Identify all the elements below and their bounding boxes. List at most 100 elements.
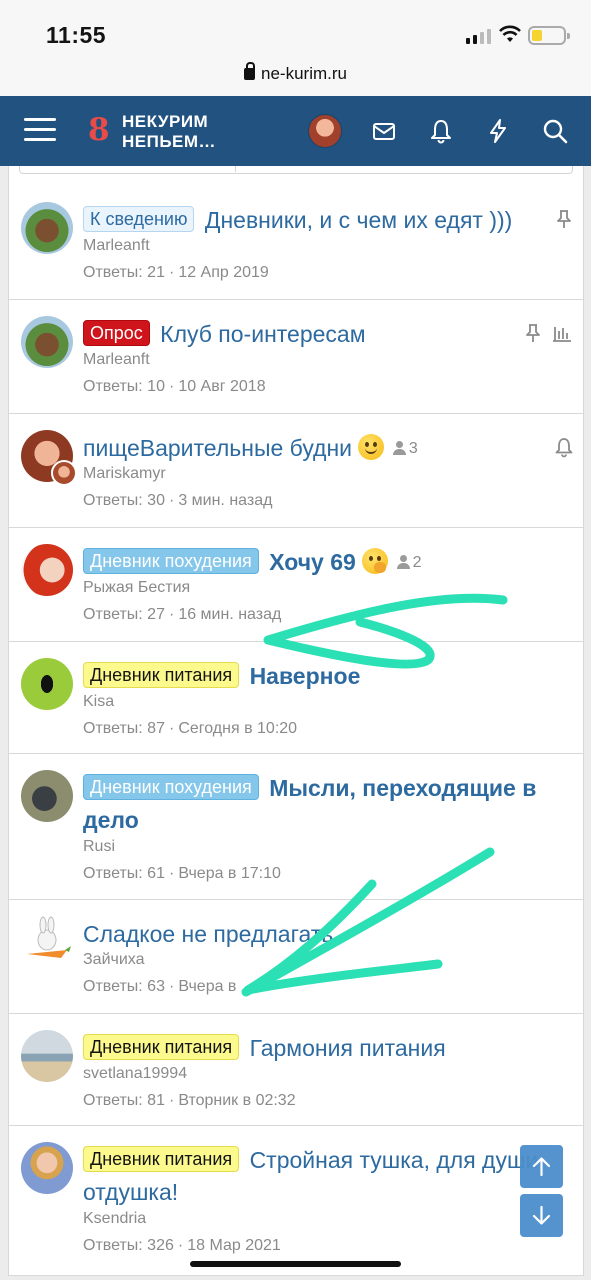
last-post-date[interactable]: Вторник в 02:32 xyxy=(178,1092,295,1109)
filter-bar xyxy=(8,166,584,186)
reply-count: Ответы: 30 xyxy=(83,492,165,509)
site-header: 8 НЕКУРИМ НЕПЬЕМ… xyxy=(0,96,591,166)
reply-count: Ответы: 87 xyxy=(83,720,165,737)
url-text: ne-kurim.ru xyxy=(261,64,347,83)
thread-author[interactable]: Rusi xyxy=(83,838,115,856)
avatar[interactable] xyxy=(21,658,73,710)
thread-prefix-label[interactable]: Дневник похудения xyxy=(83,548,259,574)
thread-title[interactable]: Сладкое не предлагать xyxy=(83,921,333,947)
pin-icon xyxy=(553,208,575,230)
shushing-face-emoji xyxy=(362,548,389,574)
thread-item[interactable]: К сведению Дневники, и с чем их едят )))… xyxy=(8,186,584,300)
last-post-date[interactable]: 12 Апр 2019 xyxy=(178,264,269,281)
status-time: 11:55 xyxy=(46,22,107,48)
thread-meta: Ответы: 63 · Вчера в xyxy=(83,978,237,995)
arrow-down-icon xyxy=(532,1205,551,1225)
avatar[interactable] xyxy=(21,1030,73,1082)
avatar[interactable] xyxy=(21,202,73,254)
scroll-down-button[interactable] xyxy=(520,1194,563,1237)
thread-author[interactable]: Mariskamyr xyxy=(83,465,166,483)
thread-author[interactable]: Рыжая Бестия xyxy=(83,579,190,597)
last-post-date[interactable]: Сегодня в 10:20 xyxy=(178,720,297,737)
thread-meta: Ответы: 61 · Вчера в 17:10 xyxy=(83,865,281,882)
search-icon[interactable] xyxy=(542,118,568,144)
participants-count: 3 xyxy=(392,433,418,465)
thread-title[interactable]: Наверное xyxy=(250,663,361,689)
thread-prefix-label[interactable]: Дневник питания xyxy=(83,662,240,688)
user-icon xyxy=(392,441,406,455)
last-post-date[interactable]: 3 мин. назад xyxy=(178,492,272,509)
reply-count: Ответы: 81 xyxy=(83,1092,165,1109)
status-bar: 11:55 xyxy=(0,0,591,56)
pin-icon xyxy=(522,322,544,344)
user-avatar[interactable] xyxy=(308,114,342,148)
thread-prefix-label[interactable]: К сведению xyxy=(83,206,195,232)
reply-count: Ответы: 21 xyxy=(83,264,165,281)
arrow-up-icon xyxy=(532,1157,551,1177)
avatar[interactable] xyxy=(21,316,73,368)
bell-icon[interactable] xyxy=(553,436,575,458)
thread-item[interactable]: Сладкое не предлагать Зайчиха Ответы: 63… xyxy=(8,900,584,1014)
participants-count: 2 xyxy=(396,547,422,579)
thread-list: К сведению Дневники, и с чем их едят )))… xyxy=(0,166,591,1280)
thread-prefix-label[interactable]: Дневник питания xyxy=(83,1146,240,1172)
thread-prefix-label[interactable]: Дневник питания xyxy=(83,1034,240,1060)
reply-count: Ответы: 63 xyxy=(83,978,165,995)
wifi-icon xyxy=(498,24,522,44)
avatar[interactable] xyxy=(21,770,73,822)
user-icon xyxy=(396,555,410,569)
thread-item[interactable]: Дневник похудения Хочу 69 2 Рыжая Бестия… xyxy=(8,528,584,642)
thread-meta: Ответы: 27 · 16 мин. назад xyxy=(83,606,282,623)
menu-icon[interactable] xyxy=(24,116,56,144)
avatar[interactable] xyxy=(21,916,73,968)
address-bar[interactable]: ne-kurim.ru xyxy=(0,56,591,96)
scroll-up-button[interactable] xyxy=(520,1145,563,1188)
lightning-icon[interactable] xyxy=(485,118,511,144)
thread-title[interactable]: Дневники, и с чем их едят ))) xyxy=(205,207,512,233)
reply-count: Ответы: 326 xyxy=(83,1237,174,1254)
last-post-date[interactable]: Вчера в 17:10 xyxy=(178,865,281,882)
slight-smile-emoji xyxy=(358,434,385,460)
home-indicator[interactable] xyxy=(190,1261,401,1267)
thread-prefix-label[interactable]: Опрос xyxy=(83,320,150,346)
thread-item[interactable]: пищеВарительные будни 3 Mariskamyr Ответ… xyxy=(8,414,584,528)
inbox-icon[interactable] xyxy=(371,118,397,144)
thread-author[interactable]: Ksendria xyxy=(83,1210,146,1228)
signal-icon xyxy=(466,28,492,44)
last-post-date[interactable]: 18 Мар 2021 xyxy=(187,1237,281,1254)
thread-title[interactable]: пищеВарительные будни xyxy=(83,435,352,461)
logo-digit: 8 xyxy=(88,112,110,148)
thread-title[interactable]: Гармония питания xyxy=(250,1035,446,1061)
last-post-date[interactable]: 10 Авг 2018 xyxy=(178,378,265,395)
site-logo[interactable]: 8 НЕКУРИМ НЕПЬЕМ… xyxy=(88,110,228,151)
logo-line1: НЕКУРИМ xyxy=(122,112,209,131)
thread-meta: Ответы: 326 · 18 Мар 2021 xyxy=(83,1237,281,1254)
thread-author[interactable]: svetlana19994 xyxy=(83,1065,187,1083)
thread-author[interactable]: Marleanft xyxy=(83,351,150,369)
thread-author[interactable]: Зайчиха xyxy=(83,951,145,969)
thread-item[interactable]: Опрос Клуб по-интересам Marleanft Ответы… xyxy=(8,300,584,414)
thread-item[interactable]: Дневник похудения Мысли, переходящие в д… xyxy=(8,754,584,900)
bell-icon[interactable] xyxy=(428,118,454,144)
thread-author[interactable]: Kisa xyxy=(83,693,114,711)
thread-meta: Ответы: 10 · 10 Авг 2018 xyxy=(83,378,266,395)
thread-meta: Ответы: 21 · 12 Апр 2019 xyxy=(83,264,269,281)
thread-prefix-label[interactable]: Дневник похудения xyxy=(83,774,259,800)
thread-meta: Ответы: 81 · Вторник в 02:32 xyxy=(83,1092,296,1109)
logo-line2: НЕПЬЕМ… xyxy=(122,132,217,151)
last-post-date[interactable]: 16 мин. назад xyxy=(178,606,281,623)
thread-author[interactable]: Marleanft xyxy=(83,237,150,255)
thread-item[interactable]: Дневник питания Стройная тушка, для души… xyxy=(8,1126,584,1276)
last-poster-avatar[interactable] xyxy=(51,460,77,486)
thread-item[interactable]: Дневник питания Гармония питания svetlan… xyxy=(8,1014,584,1126)
thread-item[interactable]: Дневник питания Наверное Kisa Ответы: 87… xyxy=(8,642,584,754)
avatar[interactable] xyxy=(21,544,73,596)
thread-meta: Ответы: 30 · 3 мин. назад xyxy=(83,492,273,509)
avatar[interactable] xyxy=(21,1142,73,1194)
poll-chart-icon xyxy=(551,322,573,344)
thread-title[interactable]: Клуб по-интересам xyxy=(160,321,365,347)
reply-count: Ответы: 27 xyxy=(83,606,165,623)
last-post-date[interactable]: Вчера в xyxy=(178,978,236,995)
lock-icon xyxy=(244,62,256,80)
thread-title[interactable]: Хочу 69 xyxy=(269,549,356,575)
